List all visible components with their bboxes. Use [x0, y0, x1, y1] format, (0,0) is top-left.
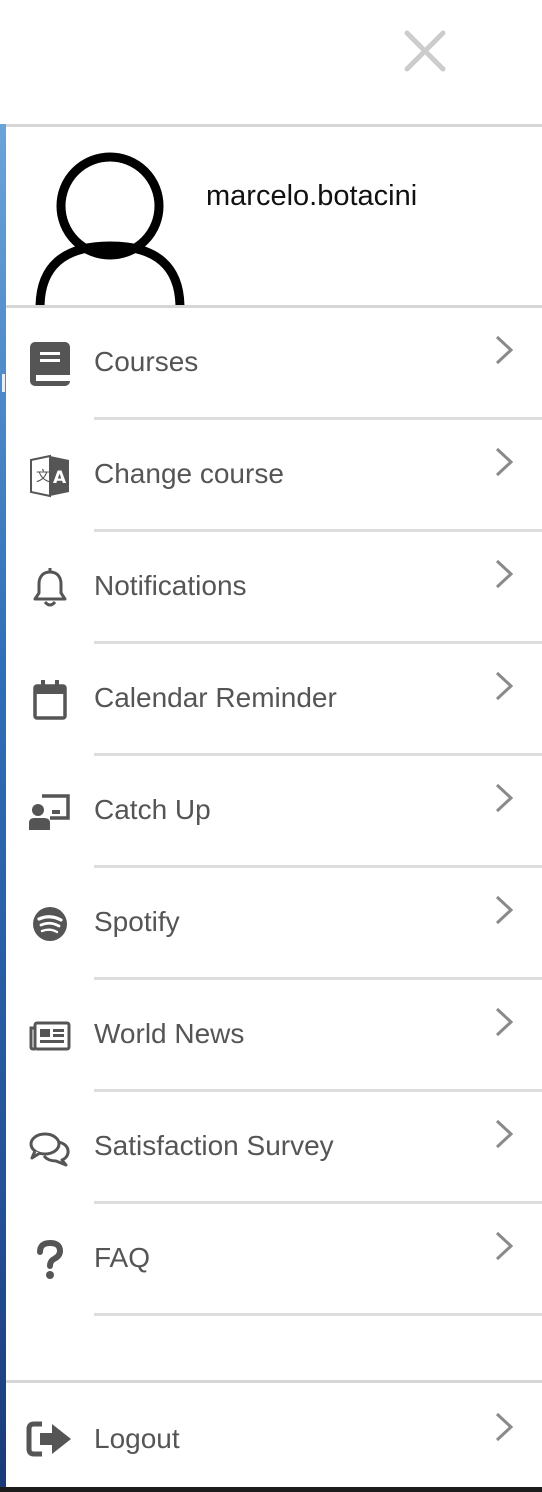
comments-icon: [26, 1124, 74, 1172]
chevron-right-icon: [495, 1007, 514, 1037]
menu-item-label: Courses: [94, 346, 199, 377]
chevron-right-icon: [495, 895, 514, 925]
teacher-board-icon: [26, 788, 74, 836]
chevron-right-icon: [495, 783, 514, 813]
menu-item-label: Change course: [94, 458, 284, 489]
chevron-right-icon: [495, 1231, 514, 1261]
menu-item-label: Calendar Reminder: [94, 682, 337, 713]
chevron-right-icon: [495, 1412, 514, 1442]
user-avatar-icon: [32, 148, 190, 305]
menu-item-label: Notifications: [94, 570, 247, 601]
menu-item-catch-up[interactable]: Catch Up: [6, 756, 542, 868]
bell-icon: [26, 564, 74, 612]
menu-item-faq[interactable]: FAQ: [6, 1204, 542, 1316]
chevron-right-icon: [495, 335, 514, 365]
calendar-icon: [26, 676, 74, 724]
menu-list: Courses 文 A Change course Notifications …: [6, 308, 542, 1316]
menu-item-courses[interactable]: Courses: [6, 308, 542, 420]
question-icon: [26, 1236, 74, 1284]
close-button[interactable]: [398, 24, 452, 78]
menu-item-world-news[interactable]: World News: [6, 980, 542, 1092]
divider: [94, 1313, 542, 1316]
newspaper-icon: [26, 1012, 74, 1060]
side-menu-panel: marcelo.botacini Courses 文 A Change cour…: [6, 124, 542, 1487]
translate-icon: 文 A: [26, 452, 74, 500]
menu-item-spotify[interactable]: Spotify: [6, 868, 542, 980]
menu-item-label: World News: [94, 1018, 245, 1049]
svg-text:文: 文: [36, 469, 50, 485]
background-app-detail: [2, 374, 5, 392]
menu-item-label: Catch Up: [94, 794, 211, 825]
menu-item-label: Satisfaction Survey: [94, 1130, 334, 1161]
menu-item-calendar-reminder[interactable]: Calendar Reminder: [6, 644, 542, 756]
logout-button[interactable]: Logout: [6, 1383, 542, 1487]
chevron-right-icon: [495, 671, 514, 701]
chevron-right-icon: [495, 559, 514, 589]
menu-item-label: FAQ: [94, 1242, 151, 1273]
sign-out-icon: [26, 1415, 74, 1463]
menu-item-satisfaction-survey[interactable]: Satisfaction Survey: [6, 1092, 542, 1204]
menu-item-label: Spotify: [94, 906, 180, 937]
username: marcelo.botacini: [206, 180, 418, 212]
book-icon: [26, 340, 74, 388]
divider: [6, 124, 542, 127]
chevron-right-icon: [495, 447, 514, 477]
spotify-icon: [26, 900, 74, 948]
bottom-edge: [0, 1487, 542, 1492]
menu-item-change-course[interactable]: 文 A Change course: [6, 420, 542, 532]
logout-label: Logout: [94, 1423, 180, 1454]
close-icon: [404, 30, 446, 72]
svg-text:A: A: [53, 468, 67, 488]
menu-item-notifications[interactable]: Notifications: [6, 532, 542, 644]
chevron-right-icon: [495, 1119, 514, 1149]
